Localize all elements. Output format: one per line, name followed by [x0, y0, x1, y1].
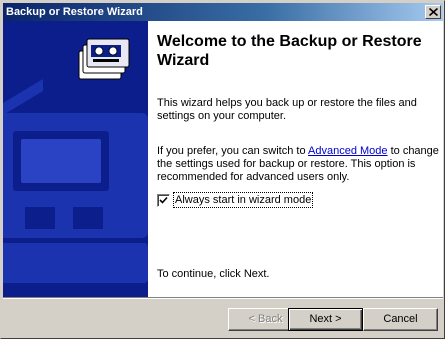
close-button[interactable]: [425, 5, 441, 19]
window-title: Backup or Restore Wizard: [6, 6, 143, 18]
title-bar[interactable]: Backup or Restore Wizard: [3, 3, 443, 21]
wizard-mode-checkbox[interactable]: [157, 194, 170, 207]
backup-tape-icon: [3, 38, 148, 283]
advanced-mode-text: If you prefer, you can switch to Advance…: [157, 145, 439, 184]
wizard-side-panel: [3, 21, 148, 297]
wizard-content: Welcome to the Backup or Restore Wizard …: [148, 21, 443, 297]
wizard-mode-label[interactable]: Always start in wizard mode: [172, 192, 314, 208]
advanced-mode-link[interactable]: Advanced Mode: [308, 145, 388, 157]
advanced-prefix: If you prefer, you can switch to: [157, 145, 309, 157]
button-separator: [3, 297, 443, 299]
checkmark-icon: [159, 196, 168, 204]
continue-text: To continue, click Next.: [157, 268, 270, 280]
intro-text: This wizard helps you back up or restore…: [157, 97, 417, 122]
cancel-button[interactable]: Cancel: [363, 308, 438, 331]
wizard-heading: Welcome to the Backup or Restore Wizard: [157, 33, 422, 69]
close-icon: [429, 8, 438, 16]
wizard-window: Backup or Restore Wizard Welcome to the …: [0, 0, 445, 339]
next-button[interactable]: Next >: [288, 308, 363, 331]
